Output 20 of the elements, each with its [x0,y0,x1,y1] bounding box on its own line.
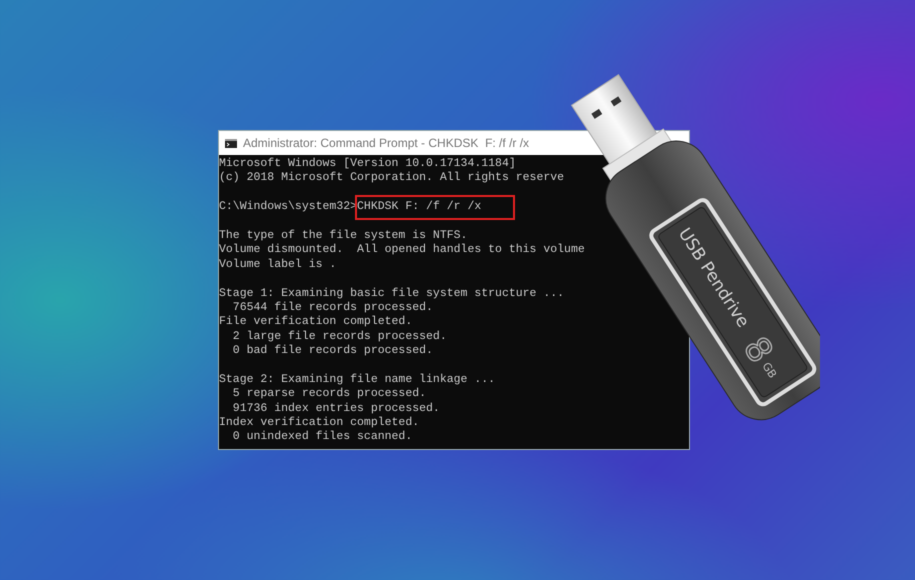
window-title: Administrator: Command Prompt - CHKDSK F: /f /r /x [243,136,530,150]
terminal-icon [225,138,237,148]
terminal-line: 0 unindexed files scanned. [232,430,412,445]
terminal-line: (c) 2018 Microsoft Corporation. All rights reserve [219,171,564,186]
terminal-line: Stage 1: Examining basic file system structure ... [219,286,564,301]
terminal-line: 91736 index entries processed. [232,402,440,416]
terminal-line: 0 bad file records processed. [232,344,433,358]
terminal-line: 76544 file records processed. [232,300,433,316]
terminal-line: Volume label is . [219,258,336,272]
terminal-line: The type of the file system is NTFS. [219,228,468,244]
terminal-line: Volume dismounted. All opened handles to this volume [219,243,585,258]
terminal-line: Microsoft Windows [Version 10.0.17134.1184] [219,157,516,172]
terminal-line: File verification completed. [219,315,412,330]
command-prompt: C:\Windows\system32> [219,200,358,215]
terminal-line: Stage 2: Examining file name linkage ... [219,372,496,388]
capacity-unit: GB [759,360,780,381]
terminal-line: Index verification completed. [219,416,420,430]
terminal-line: 5 reparse records processed. [232,387,426,402]
highlighted-command: CHKDSK F: /f /r /x [357,197,514,218]
terminal-line: 2 large file records processed. [232,330,447,344]
